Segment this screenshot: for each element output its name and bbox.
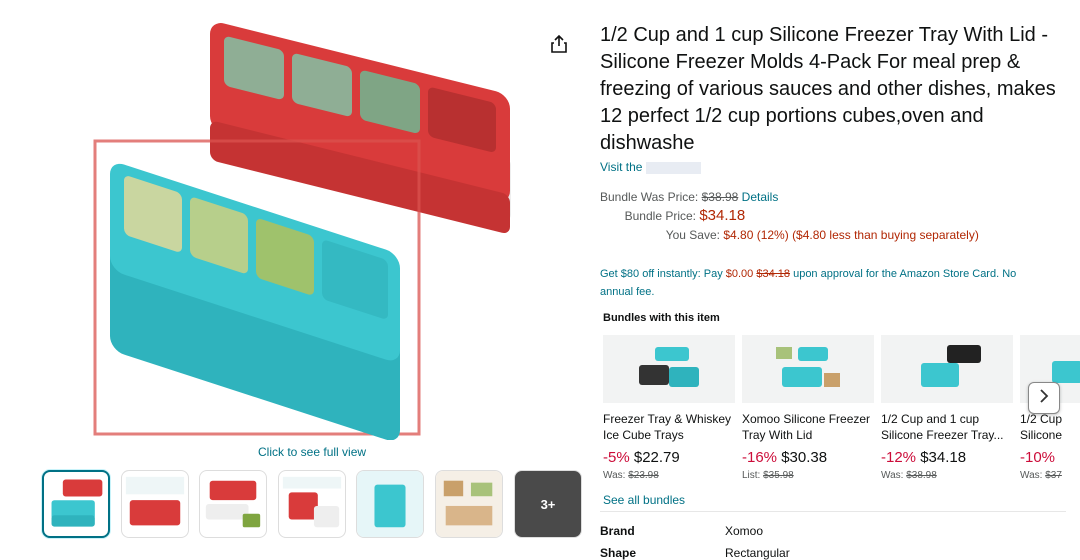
bundle-was-label: Bundle Was Price: — [600, 190, 699, 204]
bundle-price-row: Bundle Price: $34.18 — [600, 207, 746, 224]
thumbnail-1[interactable] — [42, 470, 110, 538]
bundle-discount: -16% — [742, 449, 778, 466]
main-product-image[interactable] — [60, 10, 530, 441]
store-card-offer[interactable]: Get $80 off instantly: Pay $0.00 $34.18 … — [600, 265, 1040, 301]
bundles-heading: Bundles with this item — [603, 312, 720, 324]
thumbnail-5[interactable] — [356, 470, 424, 538]
bundle-discount: -5% — [603, 449, 630, 466]
bundles-next-button[interactable] — [1028, 382, 1060, 414]
see-full-view-link[interactable]: Click to see full view — [258, 445, 366, 459]
bundle-was-label: Was: — [603, 470, 626, 481]
thumbnail-4[interactable] — [278, 470, 346, 538]
spec-key-brand: Brand — [600, 524, 635, 538]
bundle-price: $30.38 — [781, 449, 828, 466]
thumbnail-3[interactable] — [199, 470, 267, 538]
you-save-note: ($4.80 less than buying separately) — [792, 228, 979, 242]
bundle-discount: -12% — [881, 449, 917, 466]
bundle-discount: -10% — [1020, 449, 1056, 466]
share-icon[interactable] — [550, 34, 568, 54]
bundle-was-price: $38.98 — [906, 470, 937, 481]
bundle-was-price: $37 — [1045, 470, 1062, 481]
product-title: 1/2 Cup and 1 cup Silicone Freezer Tray … — [600, 24, 1056, 154]
store-name-redacted — [646, 161, 702, 174]
bundle-price: $22.79 — [633, 449, 680, 466]
you-save-value: $4.80 (12%) — [723, 228, 789, 242]
bundle-name[interactable]: Freezer Tray & Whiskey Ice Cube Trays — [603, 411, 735, 443]
bundle-was-label: Was: — [881, 470, 904, 481]
thumbnail-2[interactable] — [121, 470, 189, 538]
you-save-row: You Save: $4.80 (12%) ($4.80 less than b… — [600, 228, 979, 242]
bundle-card[interactable]: Freezer Tray & Whiskey Ice Cube Trays -5… — [603, 335, 735, 481]
bundle-image[interactable] — [603, 335, 735, 403]
card-offer-struck-amount: $34.18 — [756, 268, 791, 280]
bundle-name[interactable]: 1/2 Cup Silicone — [1020, 411, 1080, 443]
bundle-was-price: $35.98 — [763, 470, 794, 481]
bundle-name[interactable]: 1/2 Cup and 1 cup Silicone Freezer Tray.… — [881, 411, 1013, 443]
spec-value-brand: Xomoo — [725, 524, 764, 538]
bundle-was-label: Was: — [1020, 470, 1043, 481]
bundle-price-value: $34.18 — [699, 207, 746, 224]
bundle-card[interactable]: Xomoo Silicone Freezer Tray With Lid -16… — [742, 335, 874, 481]
bundle-was-price: $23.98 — [628, 470, 659, 481]
chevron-right-icon — [1039, 388, 1049, 408]
you-save-label: You Save: — [665, 228, 720, 242]
divider — [600, 511, 1066, 512]
bundle-name[interactable]: Xomoo Silicone Freezer Tray With Lid — [742, 411, 874, 443]
spec-key-shape: Shape — [600, 546, 637, 560]
bundle-was-price-row: Bundle Was Price: $38.98 Details — [600, 190, 778, 204]
see-all-bundles-link[interactable]: See all bundles — [603, 493, 685, 507]
thumbnail-more[interactable]: 3+ — [514, 470, 582, 538]
bundle-image[interactable] — [881, 335, 1013, 403]
bundle-was-value: $38.98 — [701, 190, 739, 204]
card-offer-pay-amount: $0.00 — [725, 268, 754, 280]
visit-store-link[interactable]: Visit the — [600, 160, 702, 174]
details-link[interactable]: Details — [742, 190, 779, 204]
bundle-price: $34.18 — [920, 449, 967, 466]
thumbnail-6[interactable] — [435, 470, 503, 538]
spec-value-shape: Rectangular — [725, 546, 790, 560]
bundle-was-label: List: — [742, 470, 761, 481]
bundle-image[interactable] — [742, 335, 874, 403]
visit-store-label[interactable]: Visit the — [600, 160, 642, 174]
card-offer-prefix[interactable]: Get $80 off instantly: Pay — [600, 268, 723, 280]
bundle-price-label: Bundle Price: — [624, 209, 696, 223]
bundle-card[interactable]: 1/2 Cup and 1 cup Silicone Freezer Tray.… — [881, 335, 1013, 481]
